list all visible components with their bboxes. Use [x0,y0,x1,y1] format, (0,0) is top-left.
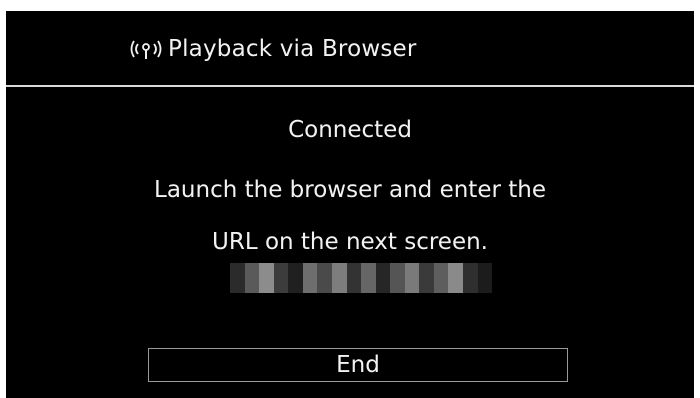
connection-status: Connected [288,117,412,143]
end-button[interactable]: End [148,348,568,382]
instruction-line-1: Launch the browser and enter the [154,177,546,203]
url-redacted-mosaic [230,263,493,293]
header-title-group: Playback via Browser [128,33,417,65]
camera-screen: Playback via Browser Connected Launch th… [6,11,694,398]
header-divider [6,85,694,87]
instruction-line-2: URL on the next screen. [212,229,488,255]
wireless-icon [128,38,164,60]
screen-header: Playback via Browser [6,11,694,85]
screen-title: Playback via Browser [168,36,417,62]
